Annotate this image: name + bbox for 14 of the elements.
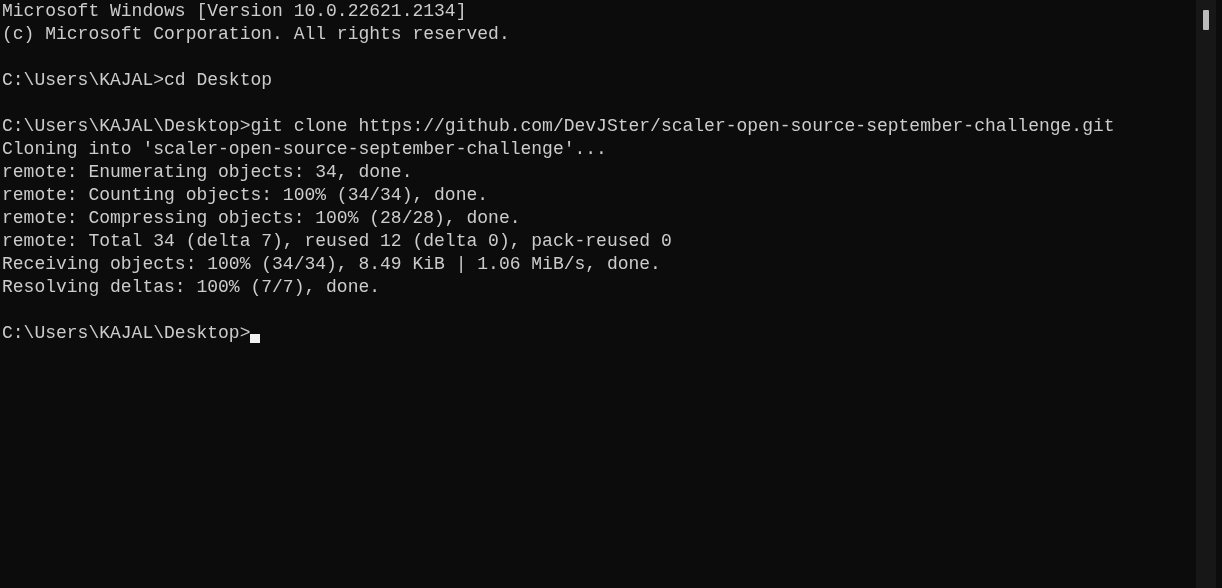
scrollbar-thumb[interactable] <box>1203 10 1209 30</box>
console-line: remote: Counting objects: 100% (34/34), done. <box>2 184 490 207</box>
console-line: (c) Microsoft Corporation. All rights reserved. <box>2 23 511 46</box>
console-line: Receiving objects: 100% (34/34), 8.49 KiB | 1.06 MiB/s, done. <box>2 253 662 276</box>
command-prompt: C:\Users\KAJAL\Desktop> <box>2 322 251 345</box>
console-line: C:\Users\KAJAL\Desktop>git clone https://github.com/DevJSter/scaler-open-source-september-challenge.git <box>2 115 1116 138</box>
console-line: Microsoft Windows [Version 10.0.22621.2134] <box>2 0 468 23</box>
console-line: remote: Total 34 (delta 7), reused 12 (delta 0), pack-reused 0 <box>2 230 673 253</box>
console-line: remote: Enumerating objects: 34, done. <box>2 161 414 184</box>
console-line: remote: Compressing objects: 100% (28/28), done. <box>2 207 522 230</box>
console-line: C:\Users\KAJAL>cd Desktop <box>2 69 274 92</box>
console-line: Resolving deltas: 100% (7/7), done. <box>2 276 382 299</box>
console-line: Cloning into 'scaler-open-source-september-challenge'... <box>2 138 608 161</box>
scrollbar[interactable] <box>1196 0 1216 588</box>
